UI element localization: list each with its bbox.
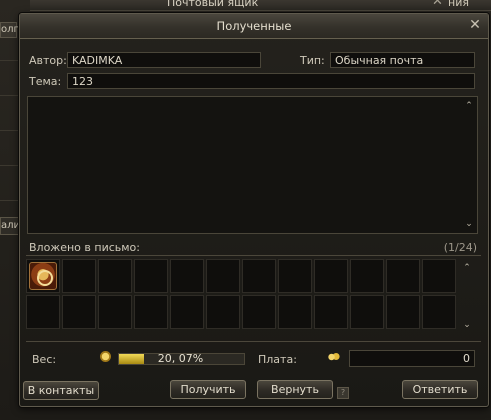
- message-body[interactable]: ⌃ ⌄: [27, 96, 478, 234]
- attachment-slot[interactable]: [314, 259, 348, 293]
- attachment-slot[interactable]: [278, 295, 312, 329]
- weight-label: Вес:: [32, 353, 57, 366]
- attachment-slot[interactable]: [26, 259, 60, 293]
- mailbox-left-tab[interactable]: олг: [0, 22, 19, 38]
- attachment-slot[interactable]: [62, 295, 96, 329]
- subject-field[interactable]: 123: [67, 73, 475, 89]
- attachment-slot[interactable]: [386, 295, 420, 329]
- weight-value: 20, 07%: [157, 352, 204, 365]
- dialog-titlebar[interactable]: Полученные ✕: [20, 14, 488, 39]
- mailbox-titlebar: Почтовый ящик ✕ ния: [30, 0, 491, 11]
- attachment-slot[interactable]: [98, 259, 132, 293]
- scroll-up-icon[interactable]: ⌃: [464, 101, 474, 111]
- attachment-scroll-up-icon[interactable]: ⌃: [462, 263, 472, 273]
- attachments-label: Вложено в письмо:: [29, 241, 140, 254]
- attached-item-icon[interactable]: [29, 262, 57, 290]
- mailbox-close-icon[interactable]: ✕: [432, 0, 443, 9]
- reply-button[interactable]: Ответить: [402, 380, 478, 399]
- subject-label: Тема:: [29, 75, 62, 88]
- author-field[interactable]: KADIMKA: [67, 52, 261, 68]
- attachment-slot[interactable]: [62, 259, 96, 293]
- divider: [26, 341, 481, 342]
- attachment-slot[interactable]: [422, 295, 456, 329]
- mailbox-title: Почтовый ящик: [167, 0, 259, 9]
- attachment-slot[interactable]: [350, 259, 384, 293]
- attachment-slot[interactable]: [422, 259, 456, 293]
- attachment-slot[interactable]: [134, 295, 168, 329]
- attachment-slot[interactable]: [242, 295, 276, 329]
- fee-label: Плата:: [258, 353, 297, 366]
- attachment-slot[interactable]: [314, 295, 348, 329]
- scroll-down-icon[interactable]: ⌄: [464, 219, 474, 229]
- author-label: Автор:: [29, 54, 67, 67]
- adena-coins-icon: [327, 352, 340, 362]
- close-icon[interactable]: ✕: [468, 18, 482, 32]
- attachment-slot[interactable]: [98, 295, 132, 329]
- divider: [26, 255, 481, 256]
- attachment-grid: [26, 259, 481, 335]
- attachment-slot[interactable]: [170, 259, 204, 293]
- attachment-slot[interactable]: [206, 295, 240, 329]
- attachment-slot[interactable]: [350, 295, 384, 329]
- type-field[interactable]: Обычная почта: [330, 52, 475, 68]
- mailbox-left-button[interactable]: али: [0, 217, 20, 235]
- fee-field[interactable]: 0: [349, 350, 475, 367]
- attachment-slot[interactable]: [170, 295, 204, 329]
- attachment-slot[interactable]: [134, 259, 168, 293]
- mailbox-title-fragment: ния: [448, 0, 469, 9]
- dialog-title: Полученные: [216, 19, 292, 33]
- attachment-slot[interactable]: [278, 259, 312, 293]
- receive-button[interactable]: Получить: [170, 380, 246, 399]
- attachment-scroll-down-icon[interactable]: ⌄: [462, 320, 472, 330]
- attachment-slot[interactable]: [386, 259, 420, 293]
- type-label: Тип:: [300, 54, 325, 67]
- weight-icon: [100, 351, 111, 362]
- help-icon[interactable]: ?: [337, 387, 349, 399]
- attachment-slot[interactable]: [206, 259, 240, 293]
- add-contact-button[interactable]: В контакты: [23, 381, 99, 400]
- attachments-count: (1/24): [443, 241, 477, 254]
- attachment-slot[interactable]: [26, 295, 60, 329]
- attachment-slot[interactable]: [242, 259, 276, 293]
- received-mail-dialog: Полученные ✕ Автор: KADIMKA Тип: Обычная…: [19, 13, 489, 407]
- return-button[interactable]: Вернуть: [257, 380, 333, 399]
